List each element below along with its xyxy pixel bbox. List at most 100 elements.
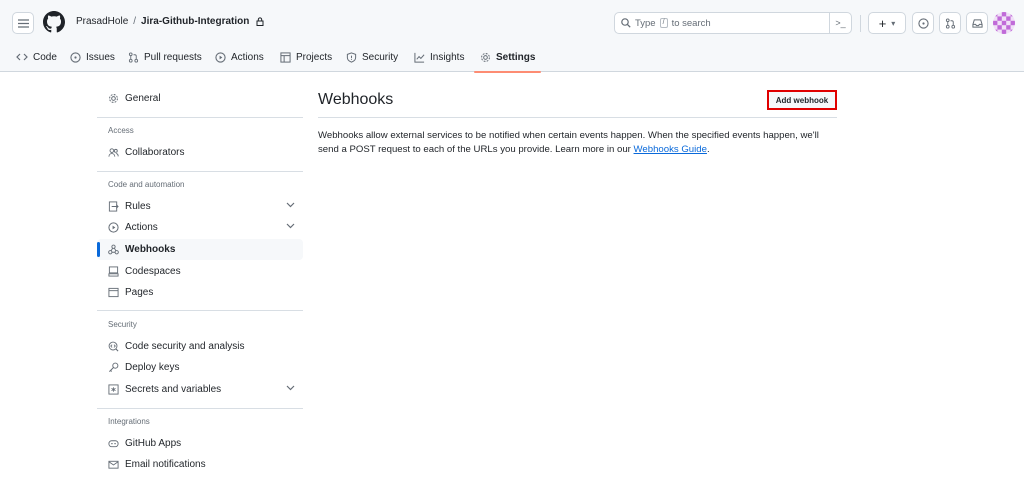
tab-label: Insights — [430, 51, 465, 63]
add-webhook-button[interactable]: Add webhook — [767, 90, 837, 110]
inbox-icon — [971, 18, 983, 28]
issue-opened-icon — [917, 17, 929, 29]
hamburger-icon — [17, 18, 29, 28]
command-palette-button[interactable]: >_ — [829, 12, 851, 34]
tab-issues[interactable]: Issues — [70, 42, 115, 72]
tab-actions[interactable]: Actions — [215, 42, 264, 72]
tab-projects[interactable]: Projects — [280, 42, 332, 72]
sidebar-heading-code-automation: Code and automation — [108, 180, 185, 189]
apps-icon — [108, 438, 119, 449]
search-placeholder-suffix: to search — [671, 17, 711, 29]
play-icon — [215, 51, 226, 63]
search-input[interactable]: Type / to search >_ — [614, 12, 852, 34]
sidebar-item-label: Collaborators — [125, 147, 185, 158]
tab-label: Actions — [231, 51, 264, 63]
key-icon — [108, 362, 119, 373]
shield-icon — [346, 51, 357, 63]
avatar[interactable] — [993, 12, 1015, 34]
terminal-icon: >_ — [835, 18, 846, 28]
codespaces-icon — [108, 266, 119, 277]
secret-icon — [108, 384, 119, 395]
sidebar-item-label: Actions — [125, 222, 158, 233]
description-text: Webhooks allow external services to be n… — [318, 130, 819, 155]
play-icon — [108, 222, 119, 233]
repo-header: PrasadHole / Jira-Github-Integration Typ… — [0, 0, 1024, 73]
breadcrumb-separator: / — [133, 16, 137, 27]
webhook-icon — [108, 244, 119, 255]
pull-requests-button[interactable] — [939, 12, 961, 34]
sidebar-item-label: Deploy keys — [125, 362, 180, 373]
chevron-down-icon — [286, 385, 295, 391]
sidebar-item-codespaces[interactable]: Codespaces — [97, 261, 303, 282]
pull-request-icon — [945, 17, 955, 29]
lock-icon — [256, 17, 264, 26]
sidebar-item-collaborators[interactable]: Collaborators — [97, 142, 303, 163]
gear-icon — [480, 52, 491, 63]
code-icon — [16, 52, 28, 62]
tab-label: Code — [33, 51, 57, 63]
sidebar-item-deploy-keys[interactable]: Deploy keys — [97, 357, 303, 378]
search-shortcut-key: / — [659, 18, 668, 28]
repo-tabs: Code Issues Pull requests Actions Projec… — [0, 42, 1024, 73]
plus-icon: + — [878, 15, 887, 31]
sidebar-item-label: Codespaces — [125, 266, 181, 277]
inbox-button[interactable] — [966, 12, 988, 34]
tab-settings[interactable]: Settings — [473, 42, 542, 73]
sidebar-item-secrets[interactable]: Secrets and variables — [97, 379, 303, 400]
sidebar-item-general[interactable]: General — [97, 88, 303, 109]
breadcrumb: PrasadHole / Jira-Github-Integration — [76, 16, 264, 27]
identicon-icon — [993, 12, 1015, 34]
browser-icon — [108, 287, 119, 298]
graph-icon — [414, 52, 425, 63]
webhooks-guide-link[interactable]: Webhooks Guide — [634, 144, 707, 155]
menu-button[interactable] — [12, 12, 34, 34]
tab-label: Security — [362, 51, 399, 63]
sidebar-item-rules[interactable]: Rules — [97, 196, 303, 217]
tab-pull-requests[interactable]: Pull requests — [128, 42, 202, 72]
github-logo-icon[interactable] — [43, 11, 65, 33]
sidebar-item-pages[interactable]: Pages — [97, 282, 303, 303]
chevron-down-icon — [286, 202, 295, 208]
page-title: Webhooks — [318, 91, 394, 108]
repo-link[interactable]: Jira-Github-Integration — [141, 16, 249, 27]
search-placeholder-prefix: Type — [635, 17, 656, 29]
owner-link[interactable]: PrasadHole — [76, 16, 128, 27]
sidebar-item-label: Code security and analysis — [125, 341, 245, 352]
sidebar-item-email-notifications[interactable]: Email notifications — [97, 454, 303, 475]
sidebar-item-label: Rules — [125, 201, 151, 212]
header-divider — [860, 15, 861, 32]
chevron-down-icon: ▾ — [891, 18, 896, 28]
people-icon — [108, 147, 119, 158]
sidebar-item-label: Pages — [125, 287, 154, 298]
codescan-icon — [108, 341, 119, 352]
tab-label: Projects — [296, 51, 333, 63]
description-end: . — [706, 144, 710, 155]
mail-icon — [108, 459, 119, 470]
sidebar-item-label: Email notifications — [125, 459, 206, 470]
sidebar-item-label: Webhooks — [125, 244, 176, 255]
sidebar-heading-security: Security — [108, 320, 137, 329]
sidebar-heading-integrations: Integrations — [108, 417, 150, 426]
webhooks-description: Webhooks allow external services to be n… — [318, 129, 838, 157]
pull-request-icon — [128, 51, 139, 63]
sidebar-item-webhooks[interactable]: Webhooks — [97, 239, 303, 260]
tab-label: Issues — [86, 51, 115, 63]
sidebar-divider — [97, 117, 303, 118]
sidebar-divider — [97, 171, 303, 172]
table-icon — [280, 51, 291, 63]
sidebar-item-github-apps[interactable]: GitHub Apps — [97, 433, 303, 454]
gear-icon — [108, 93, 119, 104]
tab-security[interactable]: Security — [346, 42, 398, 72]
search-icon — [621, 18, 631, 28]
sidebar-item-actions[interactable]: Actions — [97, 217, 303, 238]
sidebar-item-label: GitHub Apps — [125, 438, 182, 449]
tab-insights[interactable]: Insights — [414, 42, 464, 72]
sidebar-item-code-security[interactable]: Code security and analysis — [97, 336, 303, 357]
create-new-button[interactable]: + ▾ — [868, 12, 906, 34]
issues-button[interactable] — [912, 12, 934, 34]
repo-push-icon — [108, 201, 119, 212]
tab-code[interactable]: Code — [16, 42, 57, 72]
sidebar-divider — [97, 408, 303, 409]
sidebar-item-label: General — [125, 93, 161, 104]
sidebar-item-label: Secrets and variables — [125, 384, 222, 395]
